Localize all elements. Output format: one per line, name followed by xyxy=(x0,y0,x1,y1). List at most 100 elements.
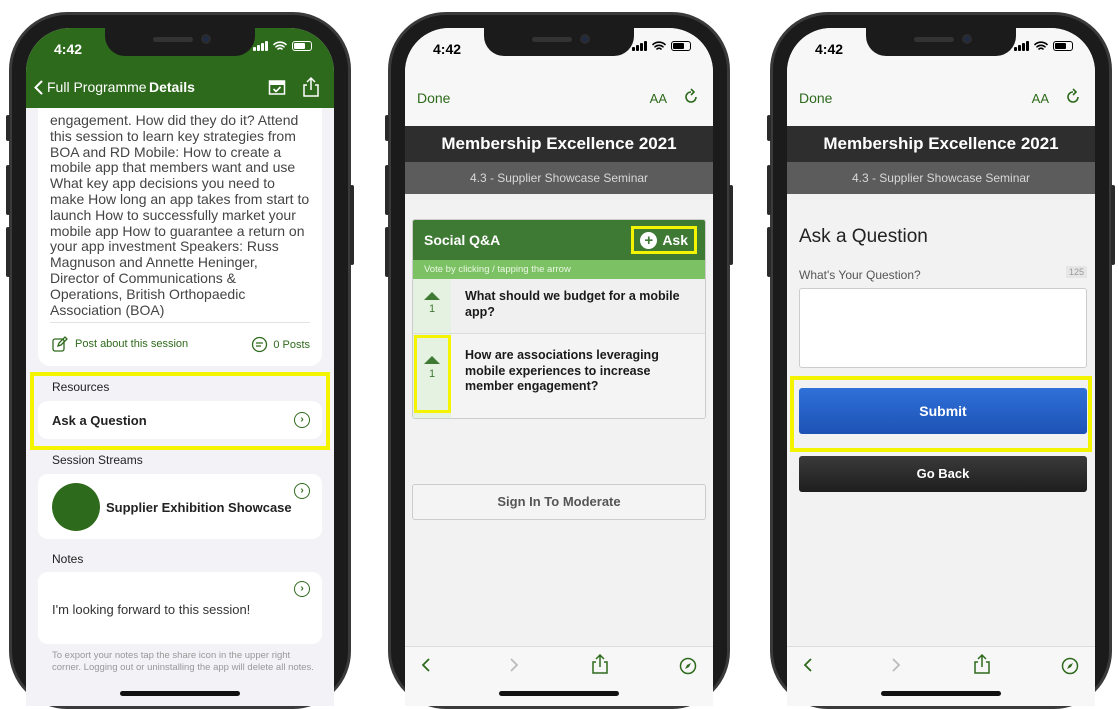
reload-icon[interactable] xyxy=(1065,88,1081,106)
notch xyxy=(484,28,634,56)
back-button[interactable]: Full Programme xyxy=(34,79,147,95)
stream-row[interactable]: Supplier Exhibition Showcase › xyxy=(38,474,322,539)
mute-switch xyxy=(767,115,771,141)
wifi-icon xyxy=(652,41,666,50)
share-icon[interactable] xyxy=(302,76,320,98)
phone-ask-question: 4:42 Done AA Membership Excellence 2021 … xyxy=(767,12,1115,709)
nav-title: Details xyxy=(149,79,195,95)
calendar-check-icon[interactable] xyxy=(268,78,286,96)
session-subtitle: 4.3 - Supplier Showcase Seminar xyxy=(405,162,713,194)
text-size-button[interactable]: AA xyxy=(650,91,667,106)
compass-icon[interactable] xyxy=(679,657,697,675)
browser-bottom-bar xyxy=(787,646,1095,706)
post-about-session-link[interactable]: Post about this session xyxy=(52,336,188,352)
web-content: Social Q&A + Ask Vote by clicking / tapp… xyxy=(405,194,713,646)
reload-icon[interactable] xyxy=(683,88,699,106)
volume-up-button xyxy=(385,165,389,215)
power-button xyxy=(729,185,733,265)
vote-count: 1 xyxy=(428,303,436,315)
power-button xyxy=(1111,185,1115,265)
volume-up-button xyxy=(6,165,10,215)
submit-button[interactable]: Submit xyxy=(799,388,1087,434)
back-label: Full Programme xyxy=(47,79,147,95)
screen: 4:42 Full Programme Details engagement. … xyxy=(26,28,334,706)
go-back-button[interactable]: Go Back xyxy=(799,456,1087,492)
mute-switch xyxy=(385,115,389,141)
status-time: 4:42 xyxy=(815,41,844,57)
screenshot-stage: 4:42 Full Programme Details engagement. … xyxy=(0,0,1119,709)
event-title: Membership Excellence 2021 xyxy=(787,126,1095,162)
home-indicator xyxy=(881,691,1001,696)
compass-icon[interactable] xyxy=(1061,657,1079,675)
forward-arrow-icon[interactable] xyxy=(891,657,901,673)
social-qa-card: Social Q&A + Ask Vote by clicking / tapp… xyxy=(412,219,706,419)
stream-avatar xyxy=(52,483,100,531)
note-text: I'm looking forward to this session! xyxy=(52,602,251,617)
web-content: Ask a Question What's Your Question? 125… xyxy=(787,194,1095,646)
question-text: What should we budget for a mobile app? xyxy=(465,289,680,319)
event-title: Membership Excellence 2021 xyxy=(405,126,713,162)
share-icon[interactable] xyxy=(591,653,609,675)
wifi-icon xyxy=(273,41,287,50)
posts-count-link[interactable]: 0 Posts xyxy=(251,336,310,353)
divider xyxy=(50,322,310,323)
upvote-button[interactable]: 1 xyxy=(413,279,451,333)
share-icon[interactable] xyxy=(973,653,991,675)
question-text: How are associations leveraging mobile e… xyxy=(465,348,659,393)
signal-icon xyxy=(1014,41,1029,51)
qa-title: Social Q&A xyxy=(424,232,501,248)
status-time: 4:42 xyxy=(54,41,83,57)
home-indicator xyxy=(120,691,240,696)
chevron-left-icon xyxy=(34,80,43,94)
chat-bubble-icon xyxy=(252,336,268,353)
notch xyxy=(866,28,1016,56)
phone-social-qa: 4:42 Done AA Membership Excellence 2021 … xyxy=(385,12,733,709)
vote-hint: Vote by clicking / tapping the arrow xyxy=(413,260,705,279)
post-label: Post about this session xyxy=(75,338,189,350)
browser-bottom-bar xyxy=(405,646,713,706)
volume-down-button xyxy=(385,227,389,277)
plus-circle-icon: + xyxy=(640,231,658,249)
posts-count: 0 Posts xyxy=(273,338,310,351)
character-counter: 125 xyxy=(1065,266,1087,278)
done-button[interactable]: Done xyxy=(417,90,450,106)
question-row: 1 How are associations leveraging mobile… xyxy=(413,334,705,418)
sign-in-to-moderate-button[interactable]: Sign In To Moderate xyxy=(412,484,706,520)
notes-row[interactable]: › I'm looking forward to this session! xyxy=(38,572,322,644)
session-description: engagement. How did they do it? Attend t… xyxy=(50,112,310,318)
back-arrow-icon[interactable] xyxy=(803,657,813,673)
volume-up-button xyxy=(767,165,771,215)
notes-heading: Notes xyxy=(52,552,84,566)
chevron-right-circle-icon: › xyxy=(294,581,310,597)
volume-down-button xyxy=(767,227,771,277)
upvote-arrow-icon xyxy=(424,292,440,300)
back-arrow-icon[interactable] xyxy=(421,657,431,673)
question-row: 1 What should we budget for a mobile app… xyxy=(413,279,705,334)
battery-icon xyxy=(1053,41,1073,51)
text-size-button[interactable]: AA xyxy=(1032,91,1049,106)
question-field-label: What's Your Question? xyxy=(799,268,921,282)
forward-arrow-icon[interactable] xyxy=(509,657,519,673)
signal-icon xyxy=(632,41,647,51)
battery-icon xyxy=(671,41,691,51)
question-textarea[interactable] xyxy=(799,288,1087,368)
session-description-card: engagement. How did they do it? Attend t… xyxy=(38,108,322,366)
done-button[interactable]: Done xyxy=(799,90,832,106)
session-subtitle: 4.3 - Supplier Showcase Seminar xyxy=(787,162,1095,194)
power-button xyxy=(350,185,354,265)
highlight-box xyxy=(30,372,330,450)
mute-switch xyxy=(6,115,10,141)
ask-button[interactable]: + Ask xyxy=(631,226,697,254)
screen: 4:42 Done AA Membership Excellence 2021 … xyxy=(405,28,713,706)
battery-icon xyxy=(292,41,312,51)
status-time: 4:42 xyxy=(433,41,462,57)
session-streams-heading: Session Streams xyxy=(52,453,143,467)
volume-down-button xyxy=(6,227,10,277)
qa-header: Social Q&A + Ask xyxy=(413,220,705,260)
notch xyxy=(105,28,255,56)
wifi-icon xyxy=(1034,41,1048,50)
compose-icon xyxy=(52,336,68,352)
ask-label: Ask xyxy=(662,232,688,248)
notes-footer: To export your notes tap the share icon … xyxy=(52,650,314,673)
form-title: Ask a Question xyxy=(799,226,928,247)
